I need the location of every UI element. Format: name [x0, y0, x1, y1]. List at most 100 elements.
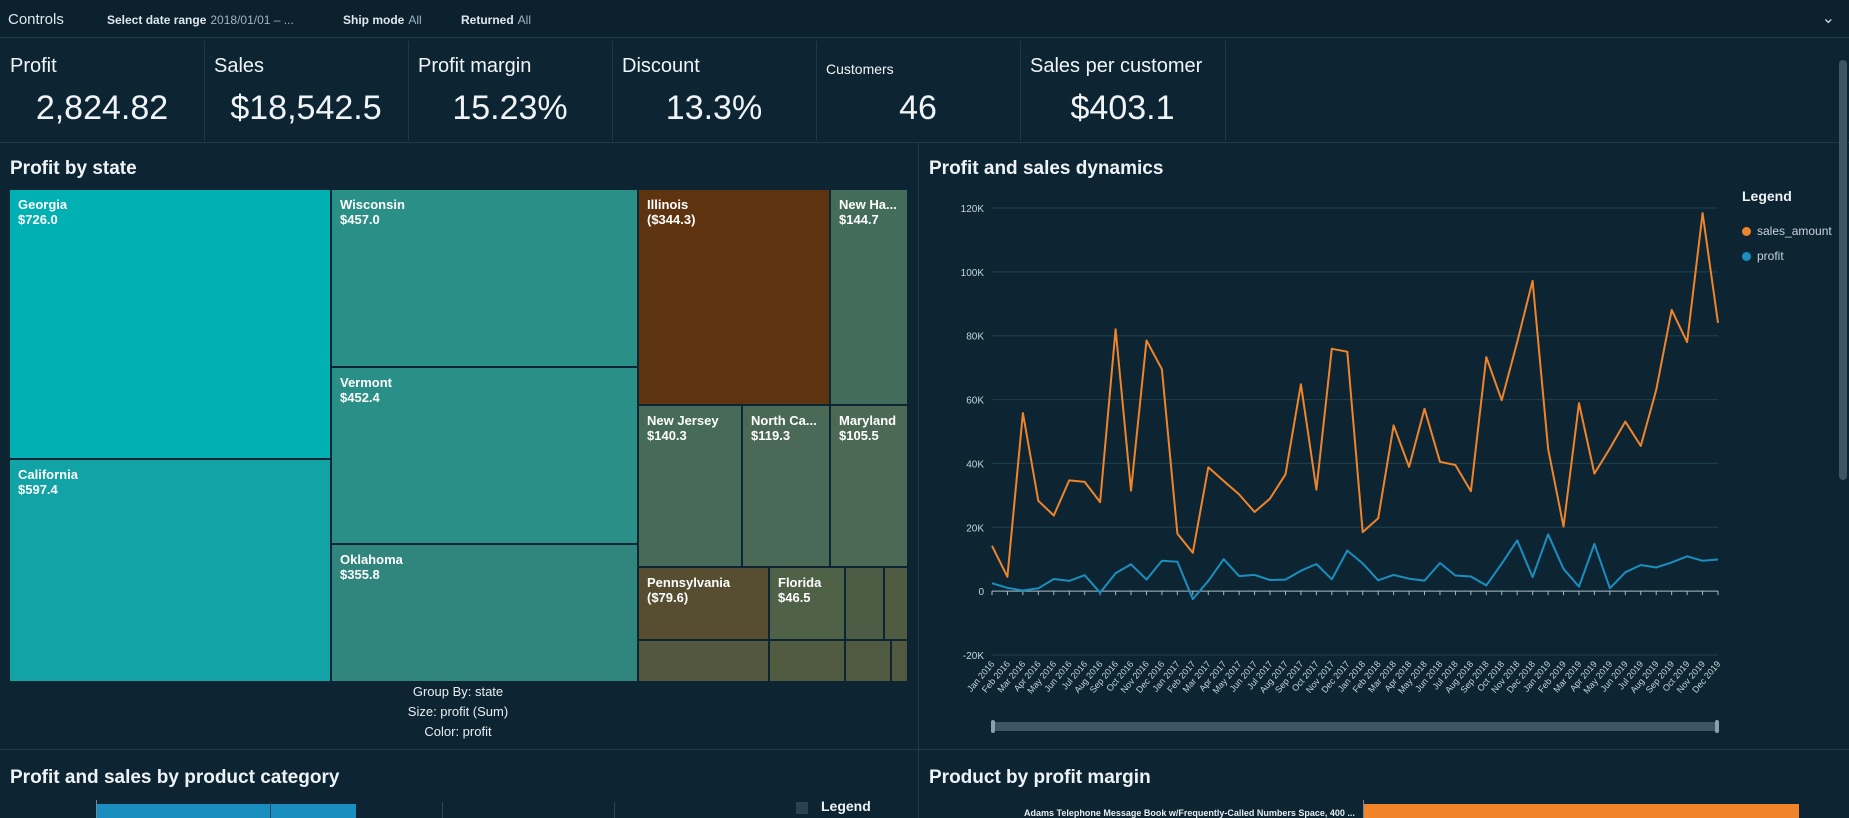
cell-name: Pennsylvania	[647, 575, 731, 590]
scroll-handle-left[interactable]	[991, 720, 995, 733]
treemap-cell[interactable]: California $597.4	[9, 459, 331, 682]
controls-title: Controls	[8, 11, 64, 28]
chart-scrollbar[interactable]	[991, 722, 1719, 731]
divider	[918, 143, 919, 818]
y-tick-label: 100K	[961, 268, 985, 279]
category-bar[interactable]	[96, 804, 356, 818]
treemap-title: Profit by state	[10, 158, 137, 179]
cell-value: $105.5	[839, 428, 879, 443]
cell-value: $46.5	[778, 590, 811, 605]
filter-returned[interactable]: Returned All	[461, 13, 531, 27]
cell-name: California	[18, 467, 78, 482]
profit-margin-title: Product by profit margin	[929, 767, 1151, 788]
treemap-cell[interactable]	[884, 567, 908, 640]
filter-value: 2018/01/01 – ...	[210, 13, 294, 27]
treemap-cell[interactable]: Oklahoma $355.8	[331, 544, 638, 682]
y-tick-label: 40K	[966, 459, 984, 470]
kpi-label: Discount	[622, 55, 700, 77]
y-tick-label: 60K	[966, 396, 984, 407]
line-chart: -20K020K40K60K80K100K120KJan 2016Feb 201…	[961, 204, 1723, 733]
cell-name: Maryland	[839, 413, 897, 428]
treemap-cell[interactable]: New Jersey $140.3	[638, 405, 742, 567]
kpi-sales-per-customer: Sales per customer $403.1	[1020, 41, 1226, 141]
kpi-label: Customers	[826, 61, 894, 77]
treemap-color: Color: profit	[424, 724, 492, 739]
cell-value: $457.0	[340, 212, 380, 227]
filter-value: All	[408, 13, 422, 27]
divider	[0, 142, 1849, 143]
treemap-cell[interactable]: New Ha... $144.7	[830, 189, 908, 405]
treemap-cell[interactable]: Vermont $452.4	[331, 367, 638, 544]
y-tick-label: -20K	[963, 651, 984, 662]
treemap-cell[interactable]	[845, 567, 884, 640]
cell-value: $597.4	[18, 482, 58, 497]
filter-value: All	[517, 13, 532, 27]
treemap-cell[interactable]: Wisconsin $457.0	[331, 189, 638, 367]
treemap-cell[interactable]: Florida $46.5	[769, 567, 845, 640]
controls-bar: Controls Select date range 2018/01/01 – .…	[0, 0, 1849, 38]
legend-swatch	[1742, 227, 1751, 236]
legend-swatch	[1742, 252, 1751, 261]
filter-label: Ship mode	[343, 13, 405, 27]
cell-name: Georgia	[18, 197, 68, 212]
cell-name: Oklahoma	[340, 552, 403, 567]
cell-value: $140.3	[647, 428, 687, 443]
filter-label: Select date range	[107, 13, 207, 27]
kpi-value: 15.23%	[452, 89, 568, 127]
axis-line	[96, 800, 97, 818]
kpi-sales: Sales $18,542.5	[204, 41, 409, 141]
legend-item-profit[interactable]: profit	[1742, 249, 1784, 263]
kpi-value: $18,542.5	[230, 89, 382, 127]
treemap-cell[interactable]	[769, 640, 845, 682]
y-tick-label: 120K	[961, 204, 985, 215]
cell-name: Wisconsin	[340, 197, 405, 212]
cell-name: Florida	[778, 575, 822, 590]
kpi-label: Sales per customer	[1030, 55, 1203, 77]
product-category-title: Profit and sales by product category	[10, 767, 340, 788]
category-legend-title: Legend	[821, 798, 871, 814]
cell-name: New Jersey	[647, 413, 719, 428]
scroll-handle-right[interactable]	[1715, 720, 1719, 733]
y-tick-label: 0	[978, 587, 984, 598]
kpi-value: 2,824.82	[35, 89, 169, 127]
cell-value: $726.0	[18, 212, 58, 227]
y-tick-label: 20K	[966, 523, 984, 534]
filter-date-range[interactable]: Select date range 2018/01/01 – ...	[107, 13, 294, 27]
treemap-cell[interactable]: Maryland $105.5	[830, 405, 908, 567]
scrollbar[interactable]	[1839, 60, 1847, 480]
legend-toggle-icon[interactable]	[796, 802, 808, 814]
filter-ship-mode[interactable]: Ship mode All	[343, 13, 422, 27]
series-line-profit	[991, 533, 1719, 601]
cell-value: $144.7	[839, 212, 879, 227]
treemap-cell[interactable]: North Ca... $119.3	[742, 405, 830, 567]
treemap-cell[interactable]: Pennsylvania ($79.6)	[638, 567, 769, 640]
chevron-down-icon[interactable]: ⌄	[1822, 8, 1835, 28]
treemap-cell[interactable]	[638, 640, 769, 682]
treemap-group-by: Group By: state	[412, 684, 504, 699]
cell-value: $119.3	[751, 428, 791, 443]
kpi-label: Profit margin	[418, 55, 532, 77]
kpi-value: $403.1	[1070, 89, 1175, 127]
kpi-customers: Customers 46	[816, 41, 1021, 141]
axis-line	[1363, 800, 1364, 818]
treemap-cell[interactable]	[845, 640, 891, 682]
cell-name: North Ca...	[751, 413, 817, 428]
legend-item-sales-amount[interactable]: sales_amount	[1742, 224, 1832, 238]
cell-name: Vermont	[340, 375, 393, 390]
kpi-profit: Profit 2,824.82	[0, 41, 205, 141]
kpi-value: 13.3%	[665, 89, 763, 127]
cell-value: ($79.6)	[647, 590, 689, 605]
divider	[0, 749, 1849, 750]
series-line-sales-amount	[991, 212, 1719, 578]
kpi-discount: Discount 13.3%	[612, 41, 817, 141]
chart-title: Profit and sales dynamics	[929, 158, 1164, 179]
treemap-cell[interactable]	[891, 640, 908, 682]
kpi-label: Profit	[10, 55, 57, 77]
treemap-cell[interactable]: Illinois ($344.3)	[638, 189, 830, 405]
legend-label: sales_amount	[1757, 224, 1832, 238]
cell-name: Illinois	[647, 197, 689, 212]
treemap-cell[interactable]: Georgia $726.0	[9, 189, 331, 459]
product-label: Adams Telephone Message Book w/Frequentl…	[1024, 808, 1355, 818]
legend-label: profit	[1757, 249, 1784, 263]
product-bar[interactable]	[1364, 804, 1799, 818]
